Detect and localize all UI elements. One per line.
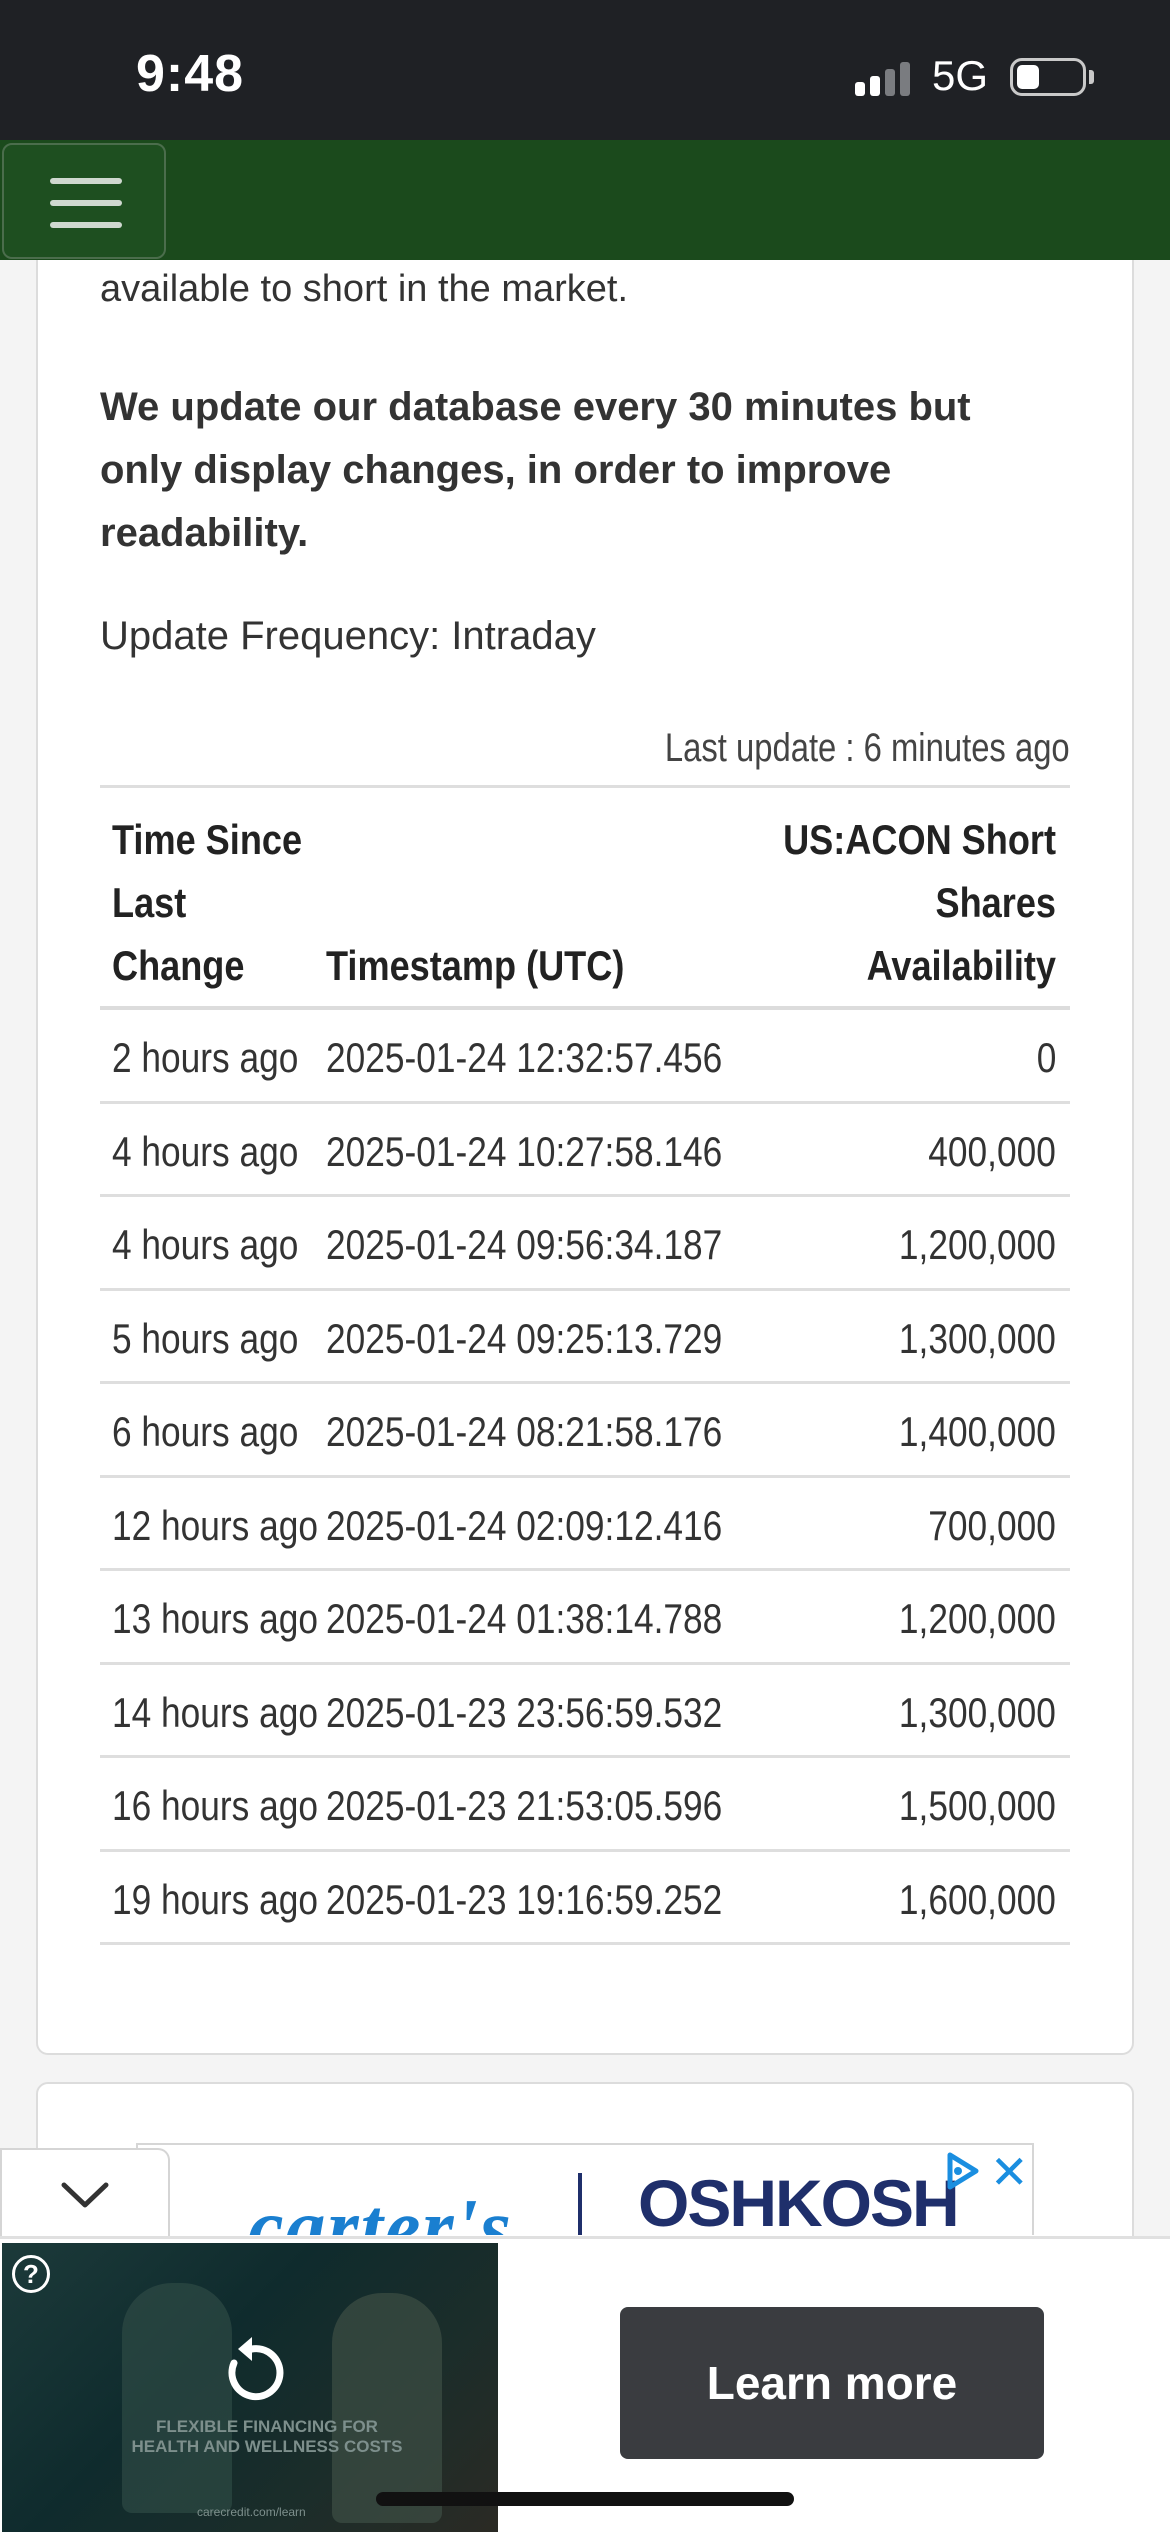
ad-video-url: carecredit.com/learn [197, 2505, 306, 2519]
row-timestamp: 2025-01-24 01:38:14.788 [326, 1595, 723, 1642]
row-time-since: 16 hours ago [112, 1782, 318, 1829]
row-availability: 1,200,000 [899, 1595, 1056, 1642]
row-availability: 700,000 [928, 1501, 1056, 1549]
learn-more-button[interactable]: Learn more [620, 2307, 1044, 2459]
row-timestamp: 2025-01-24 08:21:58.176 [326, 1408, 723, 1455]
row-timestamp: 2025-01-23 23:56:59.532 [326, 1688, 723, 1736]
status-time: 9:48 [136, 45, 245, 103]
table-row: 6 hours ago 2025-01-24 08:21:58.176 1,400,… [100, 1384, 1070, 1478]
adchoices-icon[interactable] [942, 2151, 982, 2191]
table-row: 13 hours ago 2025-01-24 01:38:14.788 1,200… [100, 1571, 1070, 1665]
site-header [0, 140, 1170, 260]
table-row: 14 hours ago 2025-01-23 23:56:59.532 1,300… [100, 1665, 1070, 1758]
header-time-since: Time Since Last Change [112, 816, 303, 989]
row-availability: 1,300,000 [899, 1314, 1056, 1362]
bottom-ad: FLEXIBLE FINANCING FOR HEALTH AND WELLNE… [0, 2236, 1170, 2532]
row-availability: 1,500,000 [899, 1782, 1056, 1829]
ad-video[interactable]: FLEXIBLE FINANCING FOR HEALTH AND WELLNE… [2, 2243, 498, 2532]
intro-text: available to short in the market. [100, 268, 629, 310]
table-row: 2 hours ago 2025-01-24 12:32:57.456 0 [100, 1010, 1070, 1104]
update-note: We update our database every 30 minutes … [100, 385, 971, 555]
menu-button[interactable] [2, 143, 166, 259]
row-time-since: 5 hours ago [112, 1314, 299, 1362]
row-timestamp: 2025-01-24 09:25:13.729 [326, 1314, 723, 1362]
table-row: 19 hours ago 2025-01-23 19:16:59.252 1,600… [100, 1852, 1070, 1945]
status-bar: 9:48 5G [0, 0, 1170, 140]
hamburger-icon-line [50, 222, 122, 228]
table-row: 4 hours ago 2025-01-24 09:56:34.187 1,200,… [100, 1197, 1070, 1291]
row-availability: 1,600,000 [899, 1875, 1056, 1923]
row-availability: 1,200,000 [899, 1221, 1056, 1268]
short-availability-table: Time Since Last Change Timestamp (UTC) U… [100, 785, 1070, 1945]
oshkosh-logo: OSHKOSH [638, 2166, 960, 2235]
table-header: Time Since Last Change Timestamp (UTC) U… [100, 788, 1070, 1010]
ad-video-caption: FLEXIBLE FINANCING FOR HEALTH AND WELLNE… [131, 2417, 403, 2456]
battery-icon [1010, 58, 1086, 96]
row-time-since: 12 hours ago [112, 1501, 318, 1549]
row-time-since: 4 hours ago [112, 1127, 299, 1175]
table-body: 2 hours ago 2025-01-24 12:32:57.456 0 4 hou… [100, 1010, 1070, 1945]
row-timestamp: 2025-01-24 12:32:57.456 [326, 1034, 723, 1081]
row-timestamp: 2025-01-23 21:53:05.596 [326, 1782, 723, 1829]
header-timestamp: Timestamp (UTC) [326, 942, 625, 989]
ad-collapse-tab[interactable] [0, 2148, 170, 2240]
hamburger-icon-line [50, 200, 122, 206]
help-icon[interactable]: ? [12, 2255, 50, 2293]
update-frequency: Update Frequency: Intraday [100, 614, 596, 658]
last-update: Last update : 6 minutes ago [665, 726, 1070, 770]
carters-logo: carter's [248, 2184, 513, 2235]
ad-video-figure [332, 2293, 442, 2523]
replay-icon[interactable] [212, 2333, 292, 2413]
home-indicator[interactable] [376, 2492, 794, 2506]
row-availability: 1,300,000 [899, 1688, 1056, 1736]
brand-separator [578, 2173, 582, 2235]
row-time-since: 13 hours ago [112, 1595, 318, 1642]
row-time-since: 19 hours ago [112, 1875, 318, 1923]
row-time-since: 2 hours ago [112, 1034, 299, 1081]
ad-close-icon[interactable]: ✕ [990, 2145, 1029, 2199]
row-availability: 400,000 [928, 1127, 1056, 1175]
cellular-signal-icon [855, 62, 915, 96]
row-availability: 1,400,000 [899, 1408, 1056, 1455]
row-availability: 0 [1036, 1034, 1056, 1081]
row-timestamp: 2025-01-24 09:56:34.187 [326, 1221, 723, 1268]
ad-banner[interactable]: carter's OSHKOSH ✕ [136, 2143, 1034, 2235]
battery-nub [1089, 70, 1094, 84]
network-type: 5G [932, 52, 989, 99]
row-timestamp: 2025-01-24 02:09:12.416 [326, 1501, 723, 1549]
hamburger-icon [50, 178, 122, 184]
table-row: 5 hours ago 2025-01-24 09:25:13.729 1,300,… [100, 1291, 1070, 1384]
table-row: 12 hours ago 2025-01-24 02:09:12.416 700,0… [100, 1478, 1070, 1571]
header-availability: US:ACON Short Shares Availability [783, 816, 1056, 989]
chevron-down-icon [61, 2182, 109, 2208]
table-row: 16 hours ago 2025-01-23 21:53:05.596 1,500… [100, 1758, 1070, 1852]
row-timestamp: 2025-01-24 10:27:58.146 [326, 1127, 723, 1175]
row-timestamp: 2025-01-23 19:16:59.252 [326, 1875, 723, 1923]
row-time-since: 4 hours ago [112, 1221, 299, 1268]
row-time-since: 14 hours ago [112, 1688, 318, 1736]
row-time-since: 6 hours ago [112, 1408, 299, 1455]
table-row: 4 hours ago 2025-01-24 10:27:58.146 400,00… [100, 1104, 1070, 1197]
